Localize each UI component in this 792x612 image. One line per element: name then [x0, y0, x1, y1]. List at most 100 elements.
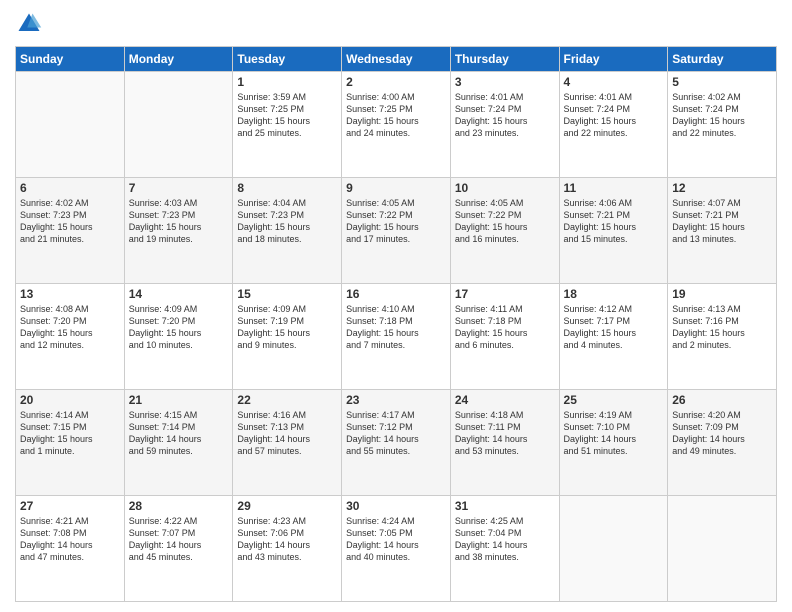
week-row-3: 20 Sunrise: 4:14 AM Sunset: 7:15 PM Dayli… — [16, 390, 777, 496]
day-info: Sunrise: 4:05 AM Sunset: 7:22 PM Dayligh… — [455, 197, 555, 246]
day-info: Sunrise: 4:01 AM Sunset: 7:24 PM Dayligh… — [564, 91, 664, 140]
day-header-wednesday: Wednesday — [342, 47, 451, 72]
calendar-cell: 9 Sunrise: 4:05 AM Sunset: 7:22 PM Daylig… — [342, 178, 451, 284]
day-info: Sunrise: 4:10 AM Sunset: 7:18 PM Dayligh… — [346, 303, 446, 352]
logo-icon — [15, 10, 43, 38]
day-number: 2 — [346, 75, 446, 89]
day-info: Sunrise: 4:07 AM Sunset: 7:21 PM Dayligh… — [672, 197, 772, 246]
calendar-cell: 31 Sunrise: 4:25 AM Sunset: 7:04 PM Dayli… — [450, 496, 559, 602]
calendar-cell: 7 Sunrise: 4:03 AM Sunset: 7:23 PM Daylig… — [124, 178, 233, 284]
day-info: Sunrise: 4:13 AM Sunset: 7:16 PM Dayligh… — [672, 303, 772, 352]
calendar-cell: 26 Sunrise: 4:20 AM Sunset: 7:09 PM Dayli… — [668, 390, 777, 496]
calendar-cell: 6 Sunrise: 4:02 AM Sunset: 7:23 PM Daylig… — [16, 178, 125, 284]
calendar-cell: 29Sunrise: 4:23 AM Sunset: 7:06 PM Dayli… — [233, 496, 342, 602]
day-number: 7 — [129, 181, 229, 195]
calendar-cell: 27 Sunrise: 4:21 AM Sunset: 7:08 PM Dayli… — [16, 496, 125, 602]
day-number: 19 — [672, 287, 772, 301]
day-number: 12 — [672, 181, 772, 195]
week-row-1: 6 Sunrise: 4:02 AM Sunset: 7:23 PM Daylig… — [16, 178, 777, 284]
day-info: Sunrise: 4:21 AM Sunset: 7:08 PM Dayligh… — [20, 515, 120, 564]
day-info: Sunrise: 4:18 AM Sunset: 7:11 PM Dayligh… — [455, 409, 555, 458]
calendar-cell — [668, 496, 777, 602]
calendar-cell: 28 Sunrise: 4:22 AM Sunset: 7:07 PM Dayli… — [124, 496, 233, 602]
calendar-cell: 24Sunrise: 4:18 AM Sunset: 7:11 PM Dayli… — [450, 390, 559, 496]
calendar-cell: 13 Sunrise: 4:08 AM Sunset: 7:20 PM Dayli… — [16, 284, 125, 390]
day-number: 6 — [20, 181, 120, 195]
header — [15, 10, 777, 38]
day-number: 13 — [20, 287, 120, 301]
day-info: Sunrise: 4:02 AM Sunset: 7:24 PM Dayligh… — [672, 91, 772, 140]
calendar-cell — [124, 72, 233, 178]
calendar-cell: 4 Sunrise: 4:01 AM Sunset: 7:24 PM Daylig… — [559, 72, 668, 178]
calendar-cell: 25Sunrise: 4:19 AM Sunset: 7:10 PM Dayli… — [559, 390, 668, 496]
day-number: 20 — [20, 393, 120, 407]
day-number: 1 — [237, 75, 337, 89]
day-info: Sunrise: 4:00 AM Sunset: 7:25 PM Dayligh… — [346, 91, 446, 140]
day-number: 10 — [455, 181, 555, 195]
day-number: 30 — [346, 499, 446, 513]
day-number: 11 — [564, 181, 664, 195]
calendar-cell: 12 Sunrise: 4:07 AM Sunset: 7:21 PM Dayli… — [668, 178, 777, 284]
day-number: 14 — [129, 287, 229, 301]
day-header-friday: Friday — [559, 47, 668, 72]
calendar-cell: 16 Sunrise: 4:10 AM Sunset: 7:18 PM Dayli… — [342, 284, 451, 390]
week-row-4: 27 Sunrise: 4:21 AM Sunset: 7:08 PM Dayli… — [16, 496, 777, 602]
day-info: Sunrise: 4:20 AM Sunset: 7:09 PM Dayligh… — [672, 409, 772, 458]
calendar-cell: 20 Sunrise: 4:14 AM Sunset: 7:15 PM Dayli… — [16, 390, 125, 496]
day-header-tuesday: Tuesday — [233, 47, 342, 72]
calendar-cell: 22Sunrise: 4:16 AM Sunset: 7:13 PM Dayli… — [233, 390, 342, 496]
day-info: Sunrise: 4:06 AM Sunset: 7:21 PM Dayligh… — [564, 197, 664, 246]
day-info: Sunrise: 4:16 AM Sunset: 7:13 PM Dayligh… — [237, 409, 337, 458]
calendar-cell: 1 Sunrise: 3:59 AM Sunset: 7:25 PM Daylig… — [233, 72, 342, 178]
day-number: 27 — [20, 499, 120, 513]
day-info: Sunrise: 4:09 AM Sunset: 7:20 PM Dayligh… — [129, 303, 229, 352]
calendar-cell: 3Sunrise: 4:01 AM Sunset: 7:24 PM Daylig… — [450, 72, 559, 178]
calendar-cell: 30 Sunrise: 4:24 AM Sunset: 7:05 PM Dayli… — [342, 496, 451, 602]
day-info: Sunrise: 4:03 AM Sunset: 7:23 PM Dayligh… — [129, 197, 229, 246]
day-number: 17 — [455, 287, 555, 301]
day-number: 26 — [672, 393, 772, 407]
day-info: Sunrise: 4:15 AM Sunset: 7:14 PM Dayligh… — [129, 409, 229, 458]
day-header-thursday: Thursday — [450, 47, 559, 72]
calendar-cell: 11 Sunrise: 4:06 AM Sunset: 7:21 PM Dayli… — [559, 178, 668, 284]
calendar-cell: 23Sunrise: 4:17 AM Sunset: 7:12 PM Dayli… — [342, 390, 451, 496]
day-info: Sunrise: 4:19 AM Sunset: 7:10 PM Dayligh… — [564, 409, 664, 458]
day-info: Sunrise: 4:05 AM Sunset: 7:22 PM Dayligh… — [346, 197, 446, 246]
calendar-cell: 21 Sunrise: 4:15 AM Sunset: 7:14 PM Dayli… — [124, 390, 233, 496]
page: SundayMondayTuesdayWednesdayThursdayFrid… — [0, 0, 792, 612]
day-info: Sunrise: 4:22 AM Sunset: 7:07 PM Dayligh… — [129, 515, 229, 564]
day-info: Sunrise: 3:59 AM Sunset: 7:25 PM Dayligh… — [237, 91, 337, 140]
day-info: Sunrise: 4:08 AM Sunset: 7:20 PM Dayligh… — [20, 303, 120, 352]
calendar-cell: 2 Sunrise: 4:00 AM Sunset: 7:25 PM Daylig… — [342, 72, 451, 178]
calendar-cell: 10 Sunrise: 4:05 AM Sunset: 7:22 PM Dayli… — [450, 178, 559, 284]
day-info: Sunrise: 4:24 AM Sunset: 7:05 PM Dayligh… — [346, 515, 446, 564]
calendar-cell — [16, 72, 125, 178]
day-number: 31 — [455, 499, 555, 513]
calendar-cell: 14 Sunrise: 4:09 AM Sunset: 7:20 PM Dayli… — [124, 284, 233, 390]
day-number: 16 — [346, 287, 446, 301]
logo — [15, 10, 47, 38]
day-header-saturday: Saturday — [668, 47, 777, 72]
day-number: 21 — [129, 393, 229, 407]
calendar-cell: 17 Sunrise: 4:11 AM Sunset: 7:18 PM Dayli… — [450, 284, 559, 390]
day-number: 4 — [564, 75, 664, 89]
day-number: 9 — [346, 181, 446, 195]
day-number: 28 — [129, 499, 229, 513]
calendar-cell: 18 Sunrise: 4:12 AM Sunset: 7:17 PM Dayli… — [559, 284, 668, 390]
calendar-cell — [559, 496, 668, 602]
day-number: 15 — [237, 287, 337, 301]
day-number: 18 — [564, 287, 664, 301]
day-number: 29 — [237, 499, 337, 513]
calendar-cell: 15 Sunrise: 4:09 AM Sunset: 7:19 PM Dayli… — [233, 284, 342, 390]
calendar-cell: 19 Sunrise: 4:13 AM Sunset: 7:16 PM Dayli… — [668, 284, 777, 390]
day-info: Sunrise: 4:14 AM Sunset: 7:15 PM Dayligh… — [20, 409, 120, 458]
day-number: 5 — [672, 75, 772, 89]
day-info: Sunrise: 4:09 AM Sunset: 7:19 PM Dayligh… — [237, 303, 337, 352]
day-info: Sunrise: 4:11 AM Sunset: 7:18 PM Dayligh… — [455, 303, 555, 352]
day-info: Sunrise: 4:04 AM Sunset: 7:23 PM Dayligh… — [237, 197, 337, 246]
day-info: Sunrise: 4:02 AM Sunset: 7:23 PM Dayligh… — [20, 197, 120, 246]
day-info: Sunrise: 4:25 AM Sunset: 7:04 PM Dayligh… — [455, 515, 555, 564]
week-row-0: 1 Sunrise: 3:59 AM Sunset: 7:25 PM Daylig… — [16, 72, 777, 178]
day-info: Sunrise: 4:12 AM Sunset: 7:17 PM Dayligh… — [564, 303, 664, 352]
calendar-cell: 8Sunrise: 4:04 AM Sunset: 7:23 PM Daylig… — [233, 178, 342, 284]
